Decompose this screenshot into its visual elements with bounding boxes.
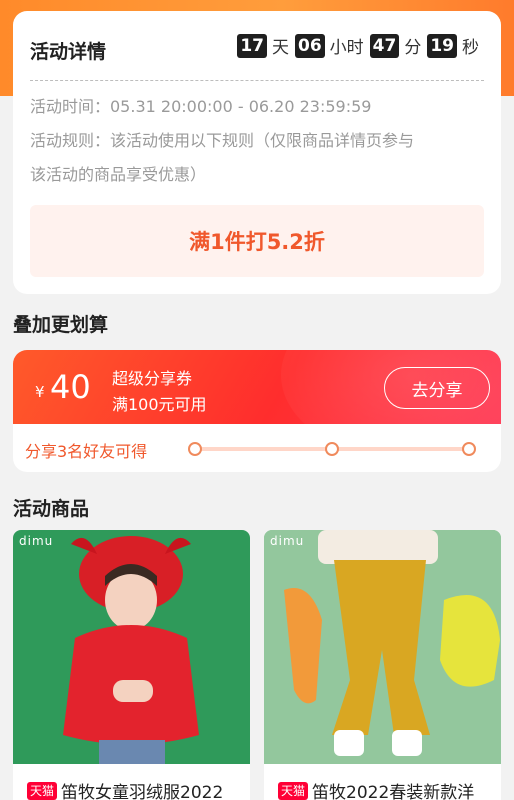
activity-rule-line2: 该活动的商品享受优惠） xyxy=(30,165,207,184)
section-title-products: 活动商品 xyxy=(13,498,90,520)
share-button[interactable]: 去分享 xyxy=(384,367,490,409)
product-title-text-2: 笛牧2022春装新款洋 xyxy=(312,783,475,800)
activity-title: 活动详情 xyxy=(30,41,107,63)
dashed-divider xyxy=(30,80,484,81)
countdown-hours: 06 xyxy=(294,33,325,58)
kid-red-jacket-illustration xyxy=(63,536,199,764)
product-image-2[interactable]: dimu xyxy=(264,530,501,764)
product-title-2: 天猫 笛牧2022春装新款洋 xyxy=(278,778,474,800)
countdown-seconds: 19 xyxy=(427,33,457,58)
discount-banner: 满1件打5.2折 xyxy=(30,205,484,277)
activity-time: 活动时间：05.31 20:00:00 - 06.20 23:59:59 xyxy=(30,97,372,116)
product-image-1[interactable]: dimu xyxy=(13,530,250,764)
progress-step-3 xyxy=(462,442,476,456)
progress-step-2 xyxy=(325,442,339,456)
product-title-1: 天猫 笛牧女童羽绒服2022 xyxy=(27,778,223,800)
activity-details-card: 活动详情 17 天 06 小时 47 分 19 秒 活动时间：05.31 20:… xyxy=(13,11,501,294)
product-title-text-1: 笛牧女童羽绒服2022 xyxy=(61,783,224,800)
countdown-seconds-unit: 秒 xyxy=(462,38,479,58)
coupon-name: 超级分享券 xyxy=(112,369,193,388)
tmall-badge: 天猫 xyxy=(278,781,309,800)
tmall-badge: 天猫 xyxy=(27,781,58,800)
product-card-2[interactable]: dimu 天猫 笛牧2022春装新款洋 xyxy=(264,530,501,800)
progress-step-1 xyxy=(188,442,202,456)
coupon-amount: 40 xyxy=(50,368,91,406)
brand-label-2: dimu xyxy=(270,534,305,548)
activity-rule-line1: 活动规则：该活动使用以下规则（仅限商品详情页参与 xyxy=(30,131,415,150)
brand-label-1: dimu xyxy=(19,534,54,548)
countdown-hours-unit: 小时 xyxy=(329,38,364,58)
kid-yellow-pants-illustration xyxy=(264,530,501,764)
share-progress-label: 分享3名好友可得 xyxy=(25,442,148,461)
share-coupon-card: ¥ 40 超级分享券 满100元可用 去分享 分享3名好友可得 xyxy=(13,350,501,472)
countdown-days-unit: 天 xyxy=(271,38,289,58)
product-card-1[interactable]: dimu 天猫 笛牧女童羽绒服2022 xyxy=(13,530,250,800)
countdown-days: 17 xyxy=(237,33,267,58)
countdown-timer: 17 天 06 小时 47 分 19 秒 xyxy=(237,33,479,58)
countdown-minutes-unit: 分 xyxy=(404,38,422,58)
coupon-currency: ¥ xyxy=(35,383,45,401)
coupon-condition: 满100元可用 xyxy=(112,395,207,414)
countdown-minutes: 47 xyxy=(369,33,400,58)
section-title-stack: 叠加更划算 xyxy=(13,314,109,336)
